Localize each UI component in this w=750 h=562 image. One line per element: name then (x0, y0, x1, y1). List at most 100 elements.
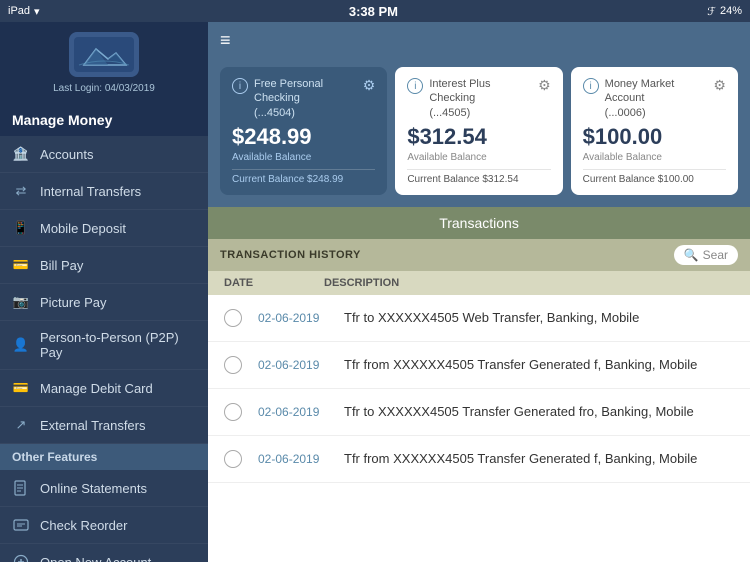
sidebar-item-label: Online Statements (40, 481, 147, 496)
wifi-icon: ▾ (34, 5, 40, 18)
table-row[interactable]: 02-06-2019 Tfr to XXXXXX4505 Web Transfe… (208, 295, 750, 342)
battery-label: 24% (720, 5, 742, 17)
tx-date-2: 02-06-2019 (258, 405, 328, 419)
tx-desc-3: Tfr from XXXXXX4505 Transfer Generated f… (344, 451, 734, 466)
desc-column-header: DESCRIPTION (324, 277, 734, 289)
row-select-3[interactable] (224, 450, 242, 468)
transactions-list: 02-06-2019 Tfr to XXXXXX4505 Web Transfe… (208, 295, 750, 562)
statement-icon (12, 479, 30, 497)
current-balance-0: Current Balance $248.99 (232, 169, 375, 185)
sidebar-item-label: Open New Account (40, 555, 151, 562)
transactions-toolbar: TRANSACTION HISTORY 🔍 Sear (208, 239, 750, 271)
app-logo (69, 32, 139, 77)
other-features-header: Other Features (0, 444, 208, 470)
account-balance-2: $100.00 (583, 124, 726, 150)
bill-icon: 💳 (12, 256, 30, 274)
settings-icon-0[interactable]: ⚙ (363, 77, 376, 94)
sidebar-item-check-reorder[interactable]: Check Reorder (0, 507, 208, 544)
account-name-2: Money Market Account (605, 77, 714, 106)
sidebar-item-internal-transfers[interactable]: ⇄ Internal Transfers (0, 173, 208, 210)
history-label: TRANSACTION HISTORY (220, 249, 361, 261)
transactions-title: Transactions (208, 207, 750, 239)
top-bar: ≡ (208, 22, 750, 59)
info-icon-1[interactable]: i (407, 78, 423, 94)
settings-icon-2[interactable]: ⚙ (713, 77, 726, 94)
bluetooth-icon: ℱ (707, 5, 716, 18)
balance-label-2: Available Balance (583, 152, 726, 163)
search-box[interactable]: 🔍 Sear (674, 245, 738, 265)
sidebar-item-label: Internal Transfers (40, 184, 141, 199)
camera-icon: 📷 (12, 293, 30, 311)
sidebar-item-label: Picture Pay (40, 295, 106, 310)
info-icon-0[interactable]: i (232, 78, 248, 94)
tx-desc-1: Tfr from XXXXXX4505 Transfer Generated f… (344, 357, 734, 372)
deposit-icon: 📱 (12, 219, 30, 237)
card-icon: 💳 (12, 379, 30, 397)
account-name-0: Free Personal Checking (254, 77, 363, 106)
sidebar: Last Login: 04/03/2019 Manage Money 🏦 Ac… (0, 22, 208, 562)
add-icon (12, 553, 30, 562)
main-content: ≡ i Free Personal Checking (...4504) ⚙ $… (208, 22, 750, 562)
account-number-1: (...4505) (429, 106, 538, 120)
status-bar: iPad ▾ 3:38 PM ℱ 24% (0, 0, 750, 22)
row-select-0[interactable] (224, 309, 242, 327)
sidebar-item-mobile-deposit[interactable]: 📱 Mobile Deposit (0, 210, 208, 247)
sidebar-item-online-statements[interactable]: Online Statements (0, 470, 208, 507)
current-balance-1: Current Balance $312.54 (407, 169, 550, 185)
manage-money-header: Manage Money (0, 104, 208, 136)
row-select-2[interactable] (224, 403, 242, 421)
account-name-1: Interest Plus Checking (429, 77, 538, 106)
tx-desc-2: Tfr to XXXXXX4505 Transfer Generated fro… (344, 404, 734, 419)
menu-icon[interactable]: ≡ (220, 30, 231, 51)
check-icon (12, 516, 30, 534)
account-cards: i Free Personal Checking (...4504) ⚙ $24… (208, 59, 750, 207)
current-balance-2: Current Balance $100.00 (583, 169, 726, 185)
sidebar-item-bill-pay[interactable]: 💳 Bill Pay (0, 247, 208, 284)
status-left: iPad ▾ (8, 5, 40, 18)
sidebar-item-p2p-pay[interactable]: 👤 Person-to-Person (P2P) Pay (0, 321, 208, 370)
sidebar-item-manage-debit[interactable]: 💳 Manage Debit Card (0, 370, 208, 407)
settings-icon-1[interactable]: ⚙ (538, 77, 551, 94)
search-icon: 🔍 (684, 248, 699, 262)
tx-date-1: 02-06-2019 (258, 358, 328, 372)
table-row[interactable]: 02-06-2019 Tfr to XXXXXX4505 Transfer Ge… (208, 389, 750, 436)
sidebar-item-label: Check Reorder (40, 518, 127, 533)
sidebar-item-label: Accounts (40, 147, 93, 162)
tx-desc-0: Tfr to XXXXXX4505 Web Transfer, Banking,… (344, 310, 734, 325)
sidebar-item-external-transfers[interactable]: ↗ External Transfers (0, 407, 208, 444)
account-card-1[interactable]: i Interest Plus Checking (...4505) ⚙ $31… (395, 67, 562, 195)
date-column-header: DATE (224, 277, 304, 289)
carrier-label: iPad (8, 5, 30, 17)
sidebar-item-accounts[interactable]: 🏦 Accounts (0, 136, 208, 173)
info-icon-2[interactable]: i (583, 78, 599, 94)
sidebar-item-open-new-account[interactable]: Open New Account (0, 544, 208, 562)
search-placeholder: Sear (703, 248, 728, 262)
account-number-0: (...4504) (254, 106, 363, 120)
status-right: ℱ 24% (707, 5, 742, 18)
bank-icon: 🏦 (12, 145, 30, 163)
balance-label-0: Available Balance (232, 152, 375, 163)
last-login: Last Login: 04/03/2019 (53, 83, 155, 94)
account-number-2: (...0006) (605, 106, 714, 120)
tx-date-3: 02-06-2019 (258, 452, 328, 466)
balance-label-1: Available Balance (407, 152, 550, 163)
status-time: 3:38 PM (349, 4, 398, 19)
transfer-icon: ⇄ (12, 182, 30, 200)
sidebar-item-label: Mobile Deposit (40, 221, 126, 236)
p2p-icon: 👤 (12, 336, 30, 354)
tx-date-0: 02-06-2019 (258, 311, 328, 325)
sidebar-header: Last Login: 04/03/2019 (0, 22, 208, 104)
sidebar-item-label: Person-to-Person (P2P) Pay (40, 330, 196, 360)
sidebar-item-label: External Transfers (40, 418, 146, 433)
sidebar-item-picture-pay[interactable]: 📷 Picture Pay (0, 284, 208, 321)
account-balance-0: $248.99 (232, 124, 375, 150)
sidebar-item-label: Bill Pay (40, 258, 83, 273)
account-card-2[interactable]: i Money Market Account (...0006) ⚙ $100.… (571, 67, 738, 195)
table-row[interactable]: 02-06-2019 Tfr from XXXXXX4505 Transfer … (208, 342, 750, 389)
row-select-1[interactable] (224, 356, 242, 374)
logo-svg (74, 37, 134, 72)
account-balance-1: $312.54 (407, 124, 550, 150)
external-icon: ↗ (12, 416, 30, 434)
account-card-0[interactable]: i Free Personal Checking (...4504) ⚙ $24… (220, 67, 387, 195)
table-row[interactable]: 02-06-2019 Tfr from XXXXXX4505 Transfer … (208, 436, 750, 483)
